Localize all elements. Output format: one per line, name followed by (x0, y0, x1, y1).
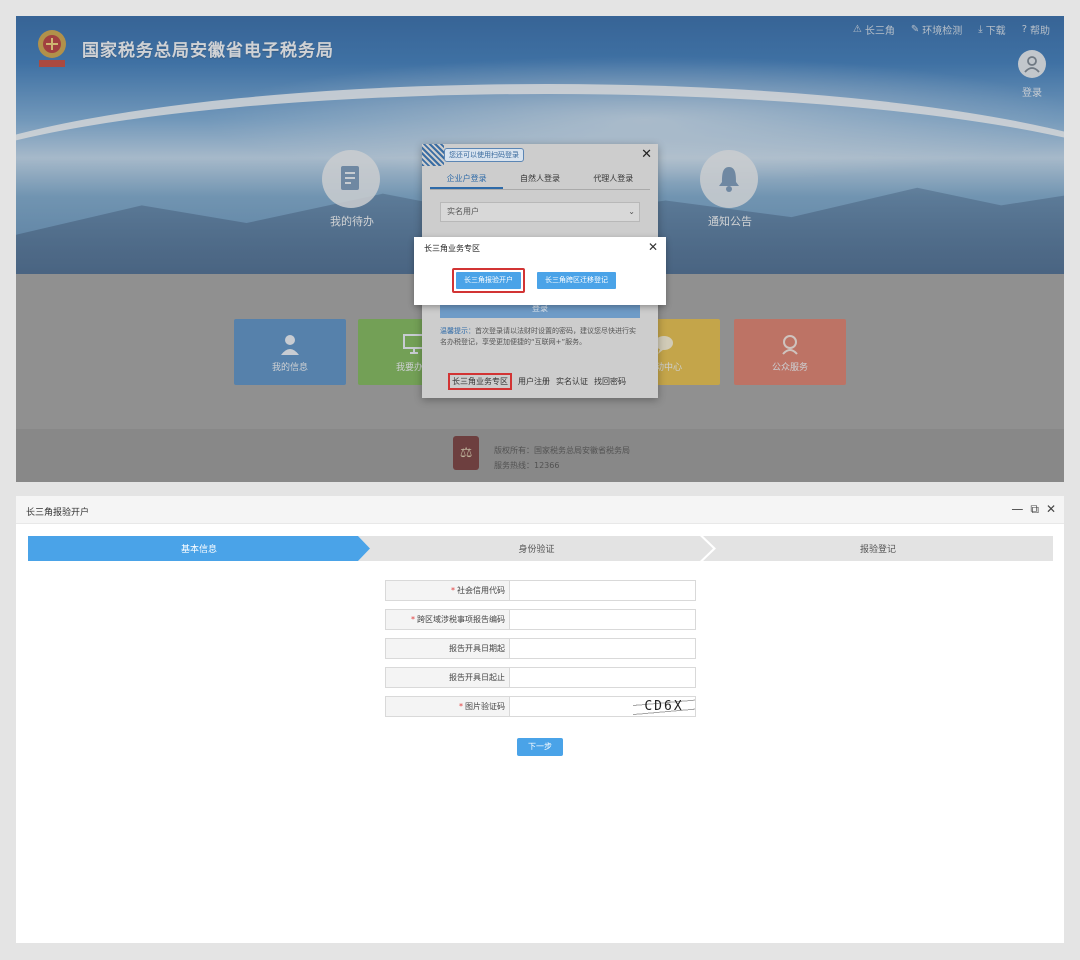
chevron-down-icon: ⌄ (628, 207, 635, 216)
form-row-captcha: * 图片验证码 CD6X (385, 696, 696, 717)
yangtze-zone-popup: 长三角业务专区 ✕ 长三角报验开户 长三角跨区迁移登记 (414, 237, 666, 305)
captcha-image[interactable]: CD6X (633, 697, 695, 716)
form-row-date-end: 报告开具日起止 (385, 667, 696, 688)
credit-code-input[interactable] (510, 581, 695, 600)
user-type-select[interactable]: 实名用户 ⌄ (440, 202, 640, 222)
step-basic-info: 基本信息 (28, 536, 370, 561)
tab-agent-login[interactable]: 代理人登录 (577, 170, 650, 189)
open-account-window: 长三角报验开户 — ⧉ ✕ 基本信息 身份验证 报验登记 * 社会信用代码 * 跨区… (16, 496, 1064, 943)
link-register[interactable]: 用户注册 (518, 376, 550, 390)
link-recover-password[interactable]: 找回密码 (594, 376, 626, 390)
close-icon[interactable]: ✕ (641, 147, 652, 162)
captcha-input[interactable]: CD6X (510, 697, 695, 716)
login-hint: 温馨提示：首次登录请以法财时设置的密码，建议您尽快进行实名办税登记，享受更加便捷… (440, 326, 640, 348)
yangtze-open-account-button[interactable]: 长三角报验开户 (456, 272, 521, 289)
portal-screenshot: 国家税务总局安徽省电子税务局 ⚠ 长三角 ✎ 环境检测 ⤓ 下载 ? 帮助 登录 我的待… (16, 16, 1064, 482)
window-controls: — ⧉ ✕ (1011, 502, 1056, 517)
minimize-icon[interactable]: — (1011, 502, 1023, 517)
link-yangtze-zone[interactable]: 长三角业务专区 (448, 373, 512, 390)
date-start-input[interactable] (510, 639, 695, 658)
qr-code-icon[interactable] (422, 144, 444, 166)
form-row-date-start: 报告开具日期起 (385, 638, 696, 659)
highlight-box: 长三角报验开户 (452, 268, 525, 293)
credit-code-label: 社会信用代码 (457, 586, 505, 595)
step-registration: 报验登记 (703, 536, 1053, 561)
date-start-label: 报告开具日期起 (449, 644, 505, 653)
window-title: 长三角报验开户 (26, 508, 90, 518)
date-end-label: 报告开具日起止 (449, 673, 505, 682)
popup-title: 长三角业务专区 (424, 244, 480, 253)
step-identity-verification: 身份验证 (358, 536, 715, 561)
login-tabs: 企业户登录 自然人登录 代理人登录 (430, 170, 650, 190)
close-icon[interactable]: ✕ (1046, 502, 1056, 517)
form-row-credit-code: * 社会信用代码 (385, 580, 696, 601)
date-end-input[interactable] (510, 668, 695, 687)
qr-login-tip: 您还可以使用扫码登录 (444, 148, 524, 162)
step-progress: 基本信息 身份验证 报验登记 (28, 536, 1053, 561)
link-real-name[interactable]: 实名认证 (556, 376, 588, 390)
report-code-label: 跨区域涉税事项报告编码 (417, 615, 505, 624)
yangtze-migration-button[interactable]: 长三角跨区迁移登记 (537, 272, 616, 289)
hint-label: 温馨提示： (440, 327, 475, 335)
basic-info-form: * 社会信用代码 * 跨区域涉税事项报告编码 报告开具日期起 报告开具日起止 * 图片… (385, 580, 696, 725)
report-code-input[interactable] (510, 610, 695, 629)
login-links: 长三角业务专区 用户注册 实名认证 找回密码 (448, 373, 626, 390)
window-header: 长三角报验开户 — ⧉ ✕ (16, 496, 1064, 524)
maximize-icon[interactable]: ⧉ (1030, 502, 1039, 517)
form-row-report-code: * 跨区域涉税事项报告编码 (385, 609, 696, 630)
tab-enterprise-login[interactable]: 企业户登录 (430, 170, 504, 189)
close-icon[interactable]: ✕ (648, 240, 658, 254)
next-step-button[interactable]: 下一步 (517, 738, 563, 756)
tab-individual-login[interactable]: 自然人登录 (503, 170, 576, 189)
captcha-label: 图片验证码 (465, 702, 505, 711)
